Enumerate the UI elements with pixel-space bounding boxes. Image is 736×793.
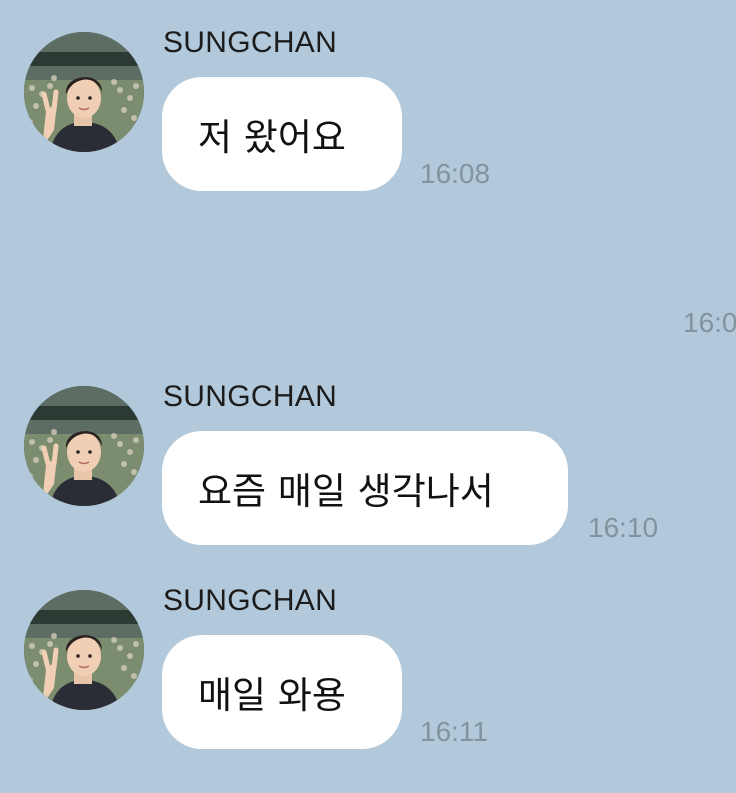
- message-bubble[interactable]: 매일 와용: [162, 635, 402, 749]
- profile-photo-icon: [24, 590, 144, 710]
- sender-name: SUNGCHAN: [163, 26, 338, 59]
- partial-timestamp: 16:0: [683, 307, 736, 338]
- message-bubble[interactable]: 저 왔어요: [162, 77, 402, 191]
- avatar[interactable]: [24, 590, 144, 710]
- profile-photo-icon: [24, 386, 144, 506]
- message-timestamp: 16:08: [420, 158, 491, 189]
- avatar[interactable]: [24, 386, 144, 506]
- chat-window[interactable]: SUNGCHAN 저 왔어요 16:08 16:0 SUNGCHAN 요즘 매일…: [0, 0, 736, 793]
- avatar[interactable]: [24, 32, 144, 152]
- sender-name: SUNGCHAN: [163, 584, 338, 617]
- profile-photo-icon: [24, 32, 144, 152]
- message-timestamp: 16:10: [588, 512, 659, 543]
- sender-name: SUNGCHAN: [163, 380, 338, 413]
- message-bubble[interactable]: 요즘 매일 생각나서: [162, 431, 568, 545]
- message-timestamp: 16:11: [420, 716, 488, 747]
